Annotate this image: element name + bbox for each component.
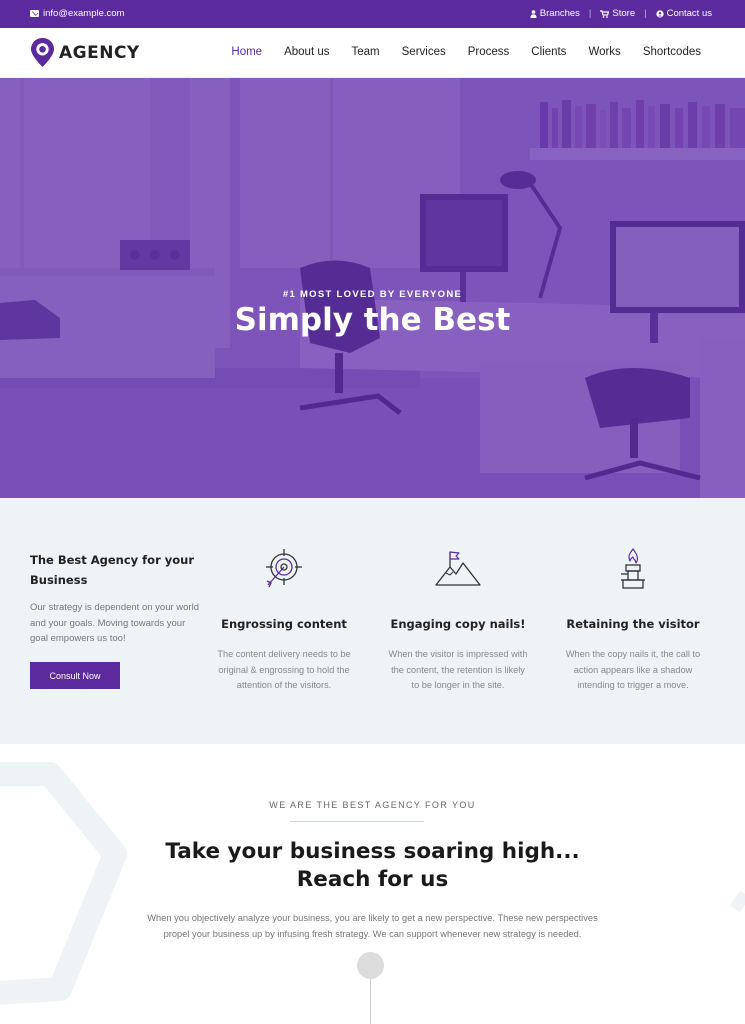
about-title: Take your business soaring high... Reach…: [0, 838, 745, 894]
features-intro: The Best Agency for your Business Our st…: [30, 550, 200, 647]
feature-text: The content delivery needs to be origina…: [217, 649, 351, 690]
separator: |: [588, 8, 592, 19]
email-link[interactable]: info@example.com: [30, 8, 124, 19]
nav-works[interactable]: Works: [588, 46, 620, 58]
nav-process[interactable]: Process: [468, 46, 510, 58]
nav-team[interactable]: Team: [352, 46, 380, 58]
feature-card: Engaging copy nails! When the visitor is…: [378, 548, 538, 694]
logo[interactable]: AGENCY: [30, 37, 140, 68]
main-menu: Home About us Team Services Process Clie…: [209, 46, 701, 58]
person-icon: [530, 9, 537, 18]
mail-icon: [30, 10, 39, 17]
top-links: Branches | Store | Contact us: [530, 8, 712, 19]
branches-label: Branches: [539, 8, 580, 19]
about-title-line1: Take your business soaring high...: [165, 839, 580, 864]
hero-kicker: #1 MOST LOVED BY EVERYONE: [282, 289, 463, 300]
feature-card: Retaining the visitor When the copy nail…: [553, 548, 713, 694]
brand-name: AGENCY: [59, 42, 140, 63]
nav-about[interactable]: About us: [284, 46, 329, 58]
about-subtitle: WE ARE THE BEST AGENCY FOR YOU: [269, 800, 476, 810]
contact-icon: [655, 9, 664, 18]
about-title-line2: Reach for us: [296, 867, 449, 892]
main-navbar: AGENCY Home About us Team Services Proce…: [0, 28, 745, 78]
nav-home[interactable]: Home: [231, 46, 262, 58]
timeline-dot: [357, 952, 384, 979]
timeline-line: [370, 979, 371, 1024]
features-intro-text: Our strategy is dependent on your world …: [30, 602, 199, 644]
trophy-flame-icon: [621, 548, 645, 589]
features-section: The Best Agency for your Business Our st…: [0, 498, 745, 744]
features-intro-title: The Best Agency for your Business: [30, 553, 195, 587]
email-text: info@example.com: [43, 8, 125, 19]
contact-label: Contact us: [666, 8, 712, 19]
hero-banner: #1 MOST LOVED BY EVERYONE Simply the Bes…: [0, 78, 745, 498]
about-section: WE ARE THE BEST AGENCY FOR YOU Take your…: [0, 744, 745, 1024]
store-label: Store: [612, 8, 636, 19]
nav-services[interactable]: Services: [402, 46, 446, 58]
mountain-flag-icon: [435, 551, 481, 586]
about-description: When you objectively analyze your busine…: [147, 913, 598, 939]
feature-title: Engrossing content: [221, 617, 347, 631]
feature-title: Engaging copy nails!: [390, 617, 526, 631]
hero-title: Simply the Best: [234, 302, 511, 338]
separator: |: [644, 8, 647, 19]
nav-clients[interactable]: Clients: [531, 46, 566, 58]
feature-card: Engrossing content The content delivery …: [204, 548, 364, 694]
consult-now-button[interactable]: Consult Now: [30, 662, 120, 689]
subtitle-divider: [290, 821, 424, 822]
store-link[interactable]: Store: [600, 8, 635, 19]
hero-overlay: [0, 78, 745, 498]
feature-text: When the visitor is impressed with the c…: [388, 649, 528, 690]
feature-title: Retaining the visitor: [566, 617, 700, 631]
contact-link[interactable]: Contact us: [655, 8, 712, 19]
top-bar: info@example.com Branches | Store | Cont…: [0, 0, 745, 28]
cart-icon: [600, 9, 610, 18]
location-pin-logo-icon: [31, 38, 54, 67]
target-arrow-icon: [266, 549, 302, 588]
branches-link[interactable]: Branches: [530, 8, 580, 19]
feature-text: When the copy nails it, the call to acti…: [565, 649, 701, 690]
nav-shortcodes[interactable]: Shortcodes: [643, 46, 701, 58]
